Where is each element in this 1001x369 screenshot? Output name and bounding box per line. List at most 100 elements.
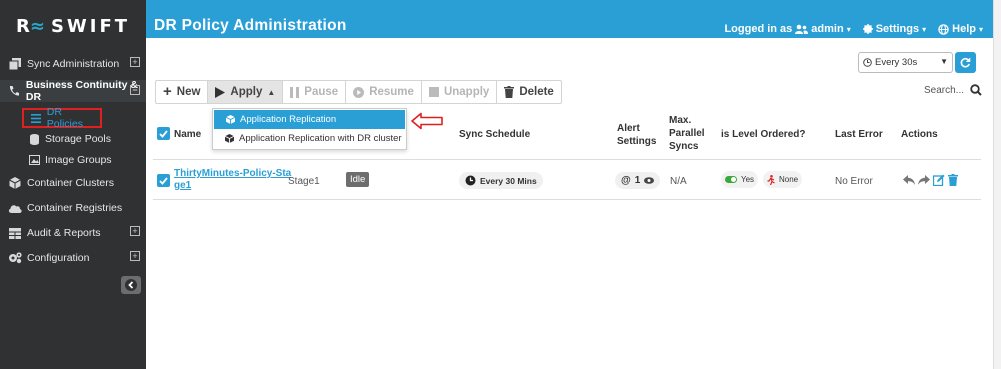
alert-settings-pill[interactable]: @ 1: [615, 172, 661, 189]
sidebar-item-configuration[interactable]: Configuration +: [0, 247, 146, 269]
cube-icon: [226, 115, 235, 124]
select-all-checkbox[interactable]: [157, 127, 170, 140]
column-header-last-error[interactable]: Last Error: [835, 128, 883, 141]
sidebar-item-audit-reports[interactable]: Audit & Reports +: [0, 222, 146, 244]
schedule-icon: [465, 175, 476, 186]
sidebar-subitem-dr-policies[interactable]: DR Policies: [22, 106, 102, 130]
toggle-on-icon: [725, 176, 737, 183]
policy-name-link[interactable]: ThirtyMinutes-Policy-Sta ge1: [174, 168, 291, 192]
caret-up-icon: ▲: [267, 87, 276, 97]
refresh-button[interactable]: [955, 52, 976, 73]
sidebar-item-label: Audit & Reports: [27, 227, 101, 239]
copy-icon: [8, 57, 22, 71]
refresh-interval-select[interactable]: Every 30s ▼: [858, 52, 953, 73]
pause-icon: [290, 86, 300, 98]
sidebar-collapse-button[interactable]: [121, 276, 141, 294]
sidebar-item-label: Sync Administration: [27, 58, 120, 70]
column-header-max-parallel-syncs[interactable]: Max. Parallel Syncs: [669, 114, 705, 153]
gears-icon: [8, 251, 22, 265]
sync-schedule-pill: Every 30 Mins: [459, 172, 543, 189]
settings-menu[interactable]: Settings ▾: [862, 23, 927, 35]
top-bar: DR Policy Administration Logged in as ad…: [146, 0, 993, 38]
reply-icon[interactable]: [903, 175, 915, 185]
stop-icon: [428, 87, 439, 97]
sidebar-item-container-registries[interactable]: Container Registries: [0, 197, 146, 219]
column-header-alert-settings[interactable]: Alert Settings: [617, 122, 656, 148]
at-icon: @: [621, 175, 631, 186]
trash-icon: [504, 86, 515, 98]
menu-item-application-replication-dr-cluster[interactable]: Application Replication with DR cluster: [213, 129, 406, 148]
help-menu[interactable]: Help ▾: [938, 23, 983, 35]
share-icon[interactable]: [918, 175, 930, 185]
person-running-icon: [767, 174, 775, 185]
sidebar-subitem-storage-pools[interactable]: Storage Pools: [22, 130, 111, 148]
edit-icon[interactable]: [933, 174, 945, 186]
search-toggle[interactable]: Search...: [924, 84, 982, 96]
policy-stage: Stage1: [288, 176, 320, 187]
gear-icon: [862, 24, 873, 34]
expand-icon[interactable]: +: [130, 251, 140, 261]
eye-icon: [644, 177, 655, 184]
annotation-arrow-icon: [411, 112, 443, 130]
play-circle-icon: [353, 86, 365, 98]
search-icon: [970, 84, 982, 96]
image-icon: [28, 155, 40, 165]
plus-icon: +: [163, 83, 172, 100]
scrollbar-track[interactable]: [993, 0, 1001, 369]
sidebar-item-label: Business Continuity & DR: [25, 79, 138, 103]
pause-button[interactable]: Pause: [283, 81, 347, 103]
brand-name: SWIFT: [50, 15, 131, 37]
chevron-down-icon: ▾: [922, 24, 927, 34]
sidebar: R≈ SWIFT Sync Administration + Business …: [0, 0, 146, 369]
phone-icon: [8, 84, 21, 98]
level-ordered-none: None: [763, 171, 803, 188]
page-title: DR Policy Administration: [154, 17, 347, 34]
trash-icon[interactable]: [948, 174, 958, 186]
play-icon: [215, 86, 226, 98]
new-button[interactable]: + New: [156, 81, 209, 103]
chevron-down-icon: ▾: [846, 24, 851, 34]
level-ordered-yes: Yes: [721, 171, 759, 188]
cloud-icon: [8, 201, 22, 215]
clock-icon: [863, 58, 872, 67]
expand-icon[interactable]: +: [130, 226, 140, 236]
chevron-down-icon: ▼: [940, 57, 948, 66]
delete-button[interactable]: Delete: [497, 81, 561, 103]
column-header-name[interactable]: Name: [174, 128, 201, 141]
apply-dropdown-menu: Application Replication Application Repl…: [212, 108, 407, 150]
chevron-down-icon: ▾: [978, 24, 983, 34]
unapply-button[interactable]: Unapply: [422, 81, 498, 103]
cube-icon: [8, 176, 22, 190]
expand-icon[interactable]: +: [130, 57, 140, 67]
logo-mark: R≈: [15, 15, 45, 37]
cube-icon: [225, 134, 234, 143]
last-error: No Error: [835, 176, 873, 187]
username: admin: [811, 23, 844, 35]
sidebar-item-label: Container Clusters: [27, 177, 114, 189]
column-header-sync-schedule[interactable]: Sync Schedule: [459, 128, 530, 141]
apply-button[interactable]: Apply ▲: [208, 81, 284, 103]
sidebar-item-sync-administration[interactable]: Sync Administration +: [0, 53, 146, 75]
refresh-icon: [960, 57, 971, 68]
users-icon: [795, 24, 809, 34]
column-header-actions: Actions: [901, 129, 938, 140]
globe-icon: [938, 23, 949, 35]
max-parallel-syncs: N/A: [670, 176, 687, 187]
sidebar-item-business-continuity[interactable]: Business Continuity & DR −: [0, 79, 146, 103]
list-icon: [30, 113, 42, 123]
resume-button[interactable]: Resume: [346, 81, 422, 103]
table-row[interactable]: ThirtyMinutes-Policy-Sta ge1 Stage1 Idle…: [153, 162, 981, 200]
sidebar-item-label: Container Registries: [27, 202, 123, 214]
status-badge: Idle: [346, 172, 370, 187]
sidebar-item-label: Configuration: [27, 252, 90, 264]
menu-item-application-replication[interactable]: Application Replication: [214, 110, 405, 129]
sidebar-item-container-clusters[interactable]: Container Clusters: [0, 172, 146, 194]
column-header-level-ordered[interactable]: is Level Ordered?: [721, 128, 805, 141]
table-icon: [8, 226, 22, 240]
brand-logo[interactable]: R≈ SWIFT: [0, 0, 146, 52]
collapse-icon[interactable]: −: [130, 85, 140, 95]
sidebar-subitem-label: Image Groups: [45, 154, 112, 166]
sidebar-subitem-image-groups[interactable]: Image Groups: [22, 151, 112, 169]
logged-in-menu[interactable]: Logged in as admin ▾: [724, 23, 850, 35]
row-checkbox[interactable]: [157, 174, 170, 187]
